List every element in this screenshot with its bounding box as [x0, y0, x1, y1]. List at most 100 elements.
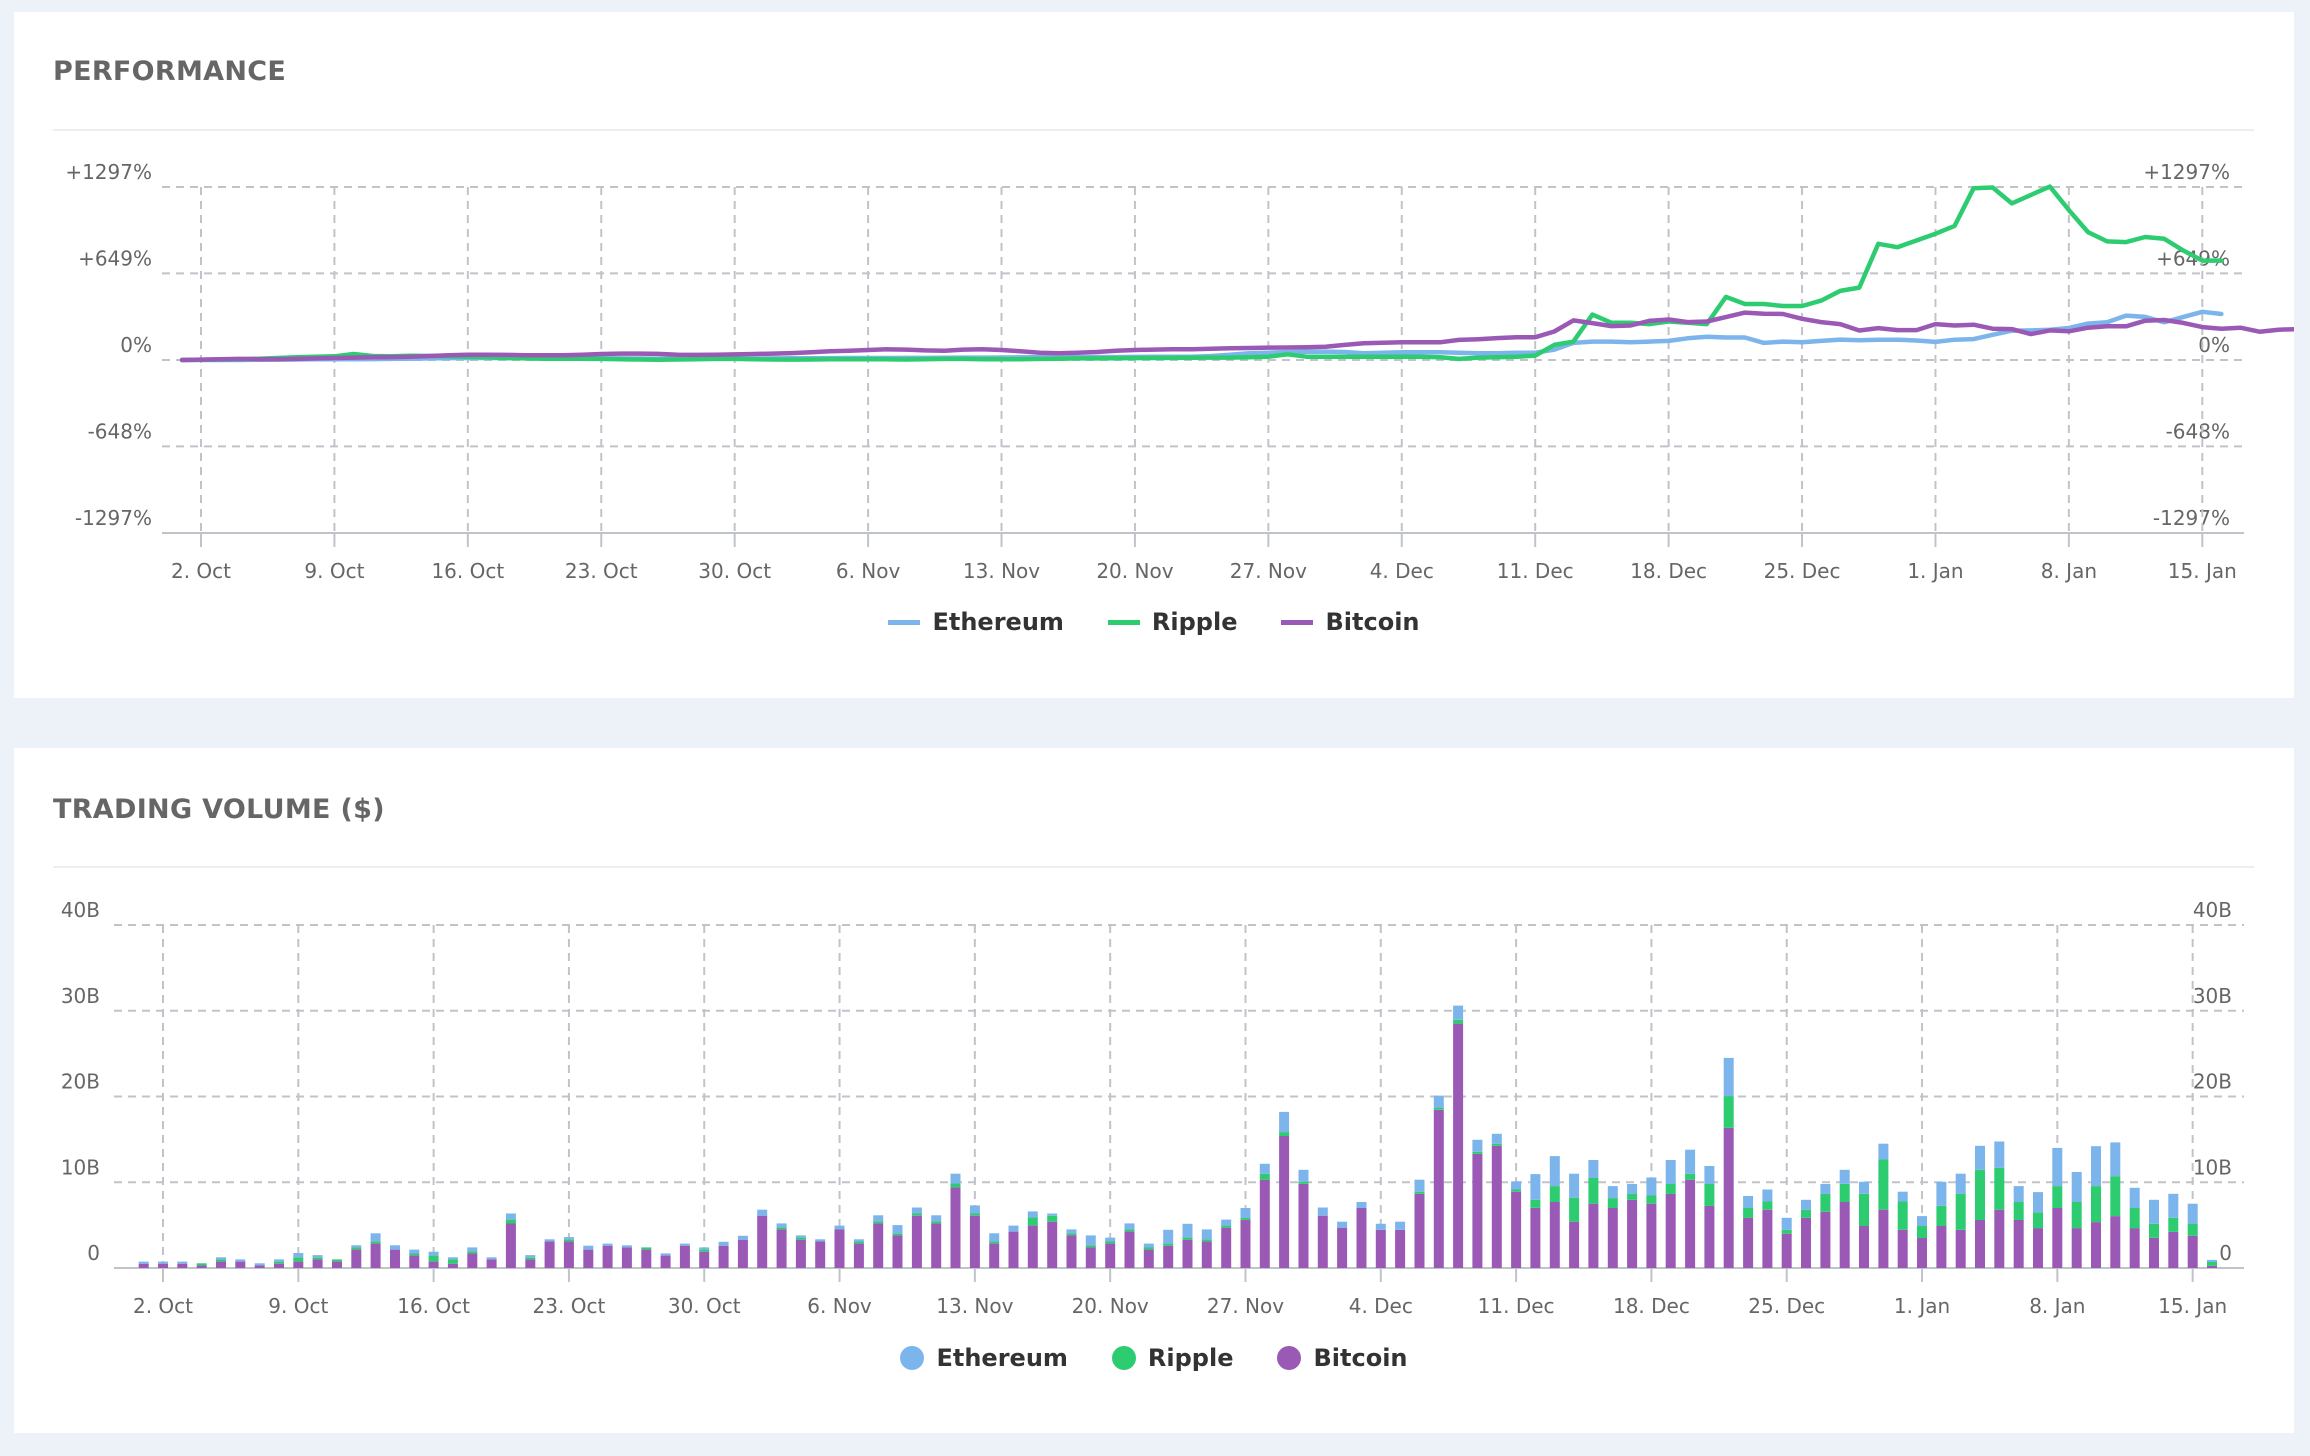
bar-bitcoin [853, 1243, 864, 1268]
x-tick-label: 11. Dec [1497, 559, 1574, 583]
bar-bitcoin [158, 1263, 168, 1268]
bar-ripple [911, 1213, 922, 1216]
bar-bitcoin [1569, 1221, 1580, 1268]
bar-ripple [1298, 1181, 1309, 1184]
bar-ethereum [795, 1235, 806, 1238]
bar-bitcoin [718, 1245, 729, 1268]
bar-bitcoin [1085, 1247, 1096, 1268]
bar-bitcoin [834, 1229, 845, 1268]
bar-ethereum [254, 1263, 265, 1266]
x-tick-label: 11. Dec [1478, 1294, 1555, 1318]
bar-bitcoin [757, 1215, 768, 1268]
x-tick-label: 20. Nov [1096, 559, 1173, 583]
bar-ethereum [815, 1239, 826, 1242]
bar-ethereum [718, 1241, 729, 1246]
bar-bitcoin [1917, 1238, 1927, 1268]
legend-item-bitcoin[interactable]: Bitcoin [1277, 1344, 1408, 1372]
bar-ethereum [1743, 1196, 1754, 1208]
bar-ethereum [621, 1245, 632, 1248]
bar-bitcoin [1356, 1208, 1367, 1268]
x-tick-label: 2. Oct [171, 559, 231, 583]
bar-bitcoin [2129, 1228, 2140, 1268]
trading-volume-panel: TRADING VOLUME ($) 40B 40B 30B 30B 20B 20B 10B… [14, 748, 2294, 1433]
bar-ripple [1143, 1247, 1154, 1250]
bar-ripple [1975, 1169, 1985, 1220]
bar-bitcoin [1298, 1184, 1309, 1268]
bar-ripple [1859, 1193, 1869, 1226]
bar-bitcoin [1221, 1227, 1232, 1268]
y-tick-label-right: 20B [2193, 1070, 2232, 1094]
bar-ethereum [2129, 1187, 2140, 1208]
bar-ethereum [583, 1245, 594, 1250]
bar-ripple [1820, 1193, 1831, 1212]
bar-ethereum [2187, 1203, 2198, 1224]
bar-ethereum [757, 1209, 768, 1216]
bar-ethereum [1472, 1139, 1483, 1152]
legend-item-ripple[interactable]: Ripple [1107, 608, 1237, 636]
bar-bitcoin [1627, 1199, 1638, 1268]
legend-label: Ripple [1147, 1344, 1234, 1372]
bar-ripple [1105, 1241, 1116, 1244]
bar-bitcoin [2033, 1228, 2043, 1268]
bar-bitcoin [1414, 1193, 1425, 1268]
bar-ethereum [390, 1245, 400, 1250]
bar-bitcoin [1897, 1229, 1908, 1268]
bar-ripple [2129, 1208, 2140, 1229]
bar-bitcoin [2071, 1228, 2082, 1268]
legend-label: Ethereum [936, 1344, 1068, 1372]
bar-bitcoin [216, 1261, 226, 1268]
bar-bitcoin [390, 1249, 400, 1268]
bar-ethereum [1085, 1235, 1096, 1246]
bar-ripple [2187, 1223, 2198, 1236]
y-tick-label-left: +649% [78, 246, 152, 270]
bar-ethereum [216, 1257, 226, 1260]
x-tick-label: 18. Dec [1630, 559, 1707, 583]
bar-ethereum [1975, 1145, 1985, 1170]
bar-bitcoin [235, 1261, 246, 1268]
bar-bitcoin [1124, 1231, 1135, 1268]
bar-bitcoin [950, 1187, 961, 1268]
bar-ethereum [2110, 1142, 2121, 1177]
bar-ripple [699, 1249, 710, 1252]
bar-ethereum [660, 1253, 671, 1256]
bar-ripple [1588, 1178, 1599, 1204]
bar-ripple [969, 1213, 980, 1216]
bar-ethereum [2168, 1193, 2179, 1218]
bar-bitcoin [1975, 1220, 1985, 1268]
x-tick-label: 4. Dec [1349, 1294, 1413, 1318]
bar-ethereum [2091, 1146, 2101, 1187]
bar-ethereum [1433, 1095, 1444, 1108]
bar-ripple [370, 1241, 381, 1244]
legend-item-ethereum[interactable]: Ethereum [900, 1344, 1068, 1372]
bar-bitcoin [815, 1241, 826, 1268]
bar-ethereum [1820, 1184, 1831, 1194]
bar-bitcoin [1259, 1179, 1270, 1268]
bar-ripple [1491, 1143, 1502, 1146]
bar-bitcoin [2091, 1222, 2101, 1268]
x-tick-label: 13. Nov [963, 559, 1040, 583]
bar-ripple [641, 1247, 652, 1250]
bar-ripple [1743, 1208, 1754, 1218]
bar-ethereum [1356, 1202, 1367, 1208]
bar-bitcoin [1936, 1226, 1947, 1268]
legend-item-ripple[interactable]: Ripple [1111, 1344, 1234, 1372]
x-tick-label: 27. Nov [1230, 559, 1307, 583]
bar-ripple [1917, 1226, 1927, 1238]
bar-ripple [1994, 1167, 2005, 1210]
bar-bitcoin [969, 1215, 980, 1268]
bar-bitcoin [2110, 1216, 2121, 1268]
bar-bitcoin [1588, 1203, 1599, 1268]
bar-ethereum [1124, 1223, 1135, 1230]
bar-bitcoin [1685, 1179, 1696, 1268]
x-tick-label: 15. Jan [2158, 1294, 2227, 1318]
bar-ethereum [737, 1235, 748, 1240]
legend-item-bitcoin[interactable]: Bitcoin [1281, 608, 1420, 636]
legend-item-ethereum[interactable]: Ethereum [888, 608, 1064, 636]
bar-ethereum [447, 1257, 458, 1260]
bar-ethereum [293, 1253, 304, 1258]
bar-ripple [1163, 1243, 1174, 1246]
y-tick-label-right: 40B [2193, 898, 2232, 922]
x-tick-label: 30. Oct [668, 1294, 741, 1318]
bar-ethereum [1917, 1216, 1927, 1226]
bar-bitcoin [1530, 1208, 1541, 1268]
